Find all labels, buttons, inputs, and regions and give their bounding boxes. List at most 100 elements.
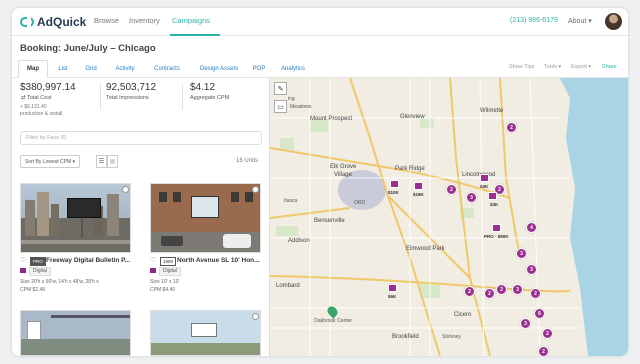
logo-icon [20, 17, 34, 27]
about-menu[interactable]: About ▾ [568, 17, 592, 25]
map-cluster[interactable]: 6 [534, 308, 545, 319]
tab-contracts[interactable]: Contracts [146, 60, 188, 78]
app-window: AdQuick Browse Inventory Campaigns (213)… [12, 8, 628, 356]
top-navigation: AdQuick Browse Inventory Campaigns (213)… [12, 8, 628, 36]
share-button[interactable]: Share [602, 64, 617, 70]
map-cluster[interactable]: 3 [526, 264, 537, 275]
tab-map[interactable]: Map [18, 60, 48, 78]
map-label: Stickney [442, 334, 461, 340]
favorite-icon[interactable]: ♡ [20, 256, 26, 264]
map-label: ORD [354, 200, 366, 206]
unit-size: Size 10' x 10' [150, 279, 180, 285]
unit-pin-icon[interactable] [388, 284, 397, 292]
cpm-label: Aggregate CPM [190, 95, 230, 101]
map-label: Lombard [276, 283, 300, 289]
map-label: Cicero [454, 312, 472, 318]
map-cluster[interactable]: 3 [520, 318, 531, 329]
unit-pin-icon[interactable] [492, 224, 501, 232]
unit-title[interactable]: North Avenue SL 10' Hon... [177, 257, 260, 264]
unit-pin-icon[interactable] [480, 174, 489, 182]
impressions-value: 92,503,712 [106, 82, 157, 93]
map-label: Brookfield [392, 334, 419, 340]
unit-photo[interactable] [20, 183, 131, 253]
map-cluster[interactable]: 2 [496, 284, 507, 295]
tools-menu[interactable]: Tools ▾ [544, 64, 561, 70]
map-label: Addison [288, 238, 310, 244]
stat-divider [100, 84, 101, 110]
map-cluster[interactable]: 2 [538, 346, 549, 356]
unit-pin-icon[interactable] [488, 192, 497, 200]
unit-cpm: CPM $4.40 [150, 287, 176, 293]
export-menu[interactable]: Export ▾ [571, 64, 591, 70]
active-nav-indicator [170, 34, 220, 36]
tab-list[interactable]: List [50, 60, 76, 78]
unit-size: Size 20'h x 60'w, 14'h x 48'w, 28'h x [20, 279, 99, 285]
map-label: Park Ridge [395, 166, 425, 172]
unit-tag: Digital [29, 267, 51, 276]
tab-analytics[interactable]: Analytics [274, 60, 312, 78]
tab-grid[interactable]: Grid [78, 60, 104, 78]
unit-pin-icon[interactable] [390, 180, 399, 188]
unit-pin-icon[interactable] [414, 182, 423, 190]
unit-badge: PRO [30, 257, 46, 266]
select-checkbox[interactable] [252, 186, 259, 193]
units-count: 16 Units [236, 158, 259, 164]
phone-number[interactable]: (213) 986-6179 [510, 17, 558, 24]
map-cluster[interactable]: 2 [530, 288, 541, 299]
total-cost-label[interactable]: ⇄ Total Cost [21, 95, 52, 101]
production-amount: + $6,131.40 [20, 104, 47, 110]
nav-browse[interactable]: Browse [94, 16, 119, 25]
cpm-value: $4.12 [190, 82, 216, 93]
unit-title[interactable]: Freeway Digital Bulletin P... [46, 257, 130, 264]
show-tips-button[interactable]: Show Tips [509, 64, 534, 70]
units-panel: $380,997.14 ⇄ Total Cost + $6,131.40 pro… [12, 78, 270, 356]
pin-price: $3K [490, 202, 499, 207]
map-label: Oakbrook Center [314, 318, 353, 324]
nav-inventory[interactable]: Inventory [129, 16, 160, 25]
tab-activity[interactable]: Activity [108, 60, 142, 78]
unit-photo[interactable] [20, 310, 131, 356]
pin-price: PRO - $90K [484, 234, 509, 239]
unit-cpm: CPM $2.48 [20, 287, 46, 293]
unit-photo[interactable] [150, 310, 261, 356]
map-cluster[interactable]: 3 [516, 248, 527, 259]
tab-pop[interactable]: POP [248, 60, 270, 78]
map-cluster[interactable]: 2 [446, 184, 457, 195]
logo[interactable]: AdQuick [20, 15, 86, 29]
favorite-icon[interactable]: ♡ [150, 256, 156, 264]
impressions-label: Total Impressions [106, 95, 149, 101]
pin-price: $10K [388, 190, 399, 195]
avatar[interactable] [605, 13, 622, 30]
map-label: Glenview [400, 114, 425, 120]
filter-input[interactable]: Filter by Face ID [20, 131, 262, 145]
tab-bar: Map List Grid Activity Contracts Design … [12, 60, 628, 78]
unit-photo[interactable] [150, 183, 261, 253]
unit-tag: Digital [159, 267, 181, 276]
map-cluster[interactable]: 3 [466, 192, 477, 203]
map-cluster[interactable]: 2 [484, 288, 495, 299]
grid-view-icon[interactable]: ▦ [107, 155, 118, 168]
tab-design-assets[interactable]: Design Assets [192, 60, 246, 78]
map-label: ing [288, 96, 295, 102]
map-cluster[interactable]: 3 [512, 284, 523, 295]
select-checkbox[interactable] [122, 186, 129, 193]
map-label: Itasca [284, 198, 298, 204]
map-cluster[interactable]: 2 [506, 122, 517, 133]
map-cluster[interactable]: 4 [526, 222, 537, 233]
pin-price: $6K [388, 294, 397, 299]
map-label: Bensenville [314, 218, 345, 224]
production-label: production & install [20, 111, 63, 117]
map-cluster[interactable]: 2 [464, 286, 475, 297]
page-title: Booking: June/July – Chicago [20, 43, 156, 54]
sort-dropdown[interactable]: Sort By Lowest CPM ▾ [20, 155, 81, 168]
select-checkbox[interactable] [252, 313, 259, 320]
list-view-icon[interactable]: ☰ [96, 155, 107, 168]
nav-campaigns[interactable]: Campaigns [172, 16, 210, 25]
map-label: Wilmette [480, 108, 504, 114]
map-layers-icon[interactable]: ▭ [274, 100, 287, 113]
map-view[interactable]: ✎ ▭ ing Meadows Mount Prospect Glenview … [270, 78, 628, 356]
stat-divider [182, 84, 183, 110]
map-cluster[interactable]: 2 [542, 328, 553, 339]
digital-icon [20, 268, 26, 273]
map-draw-icon[interactable]: ✎ [274, 82, 287, 95]
